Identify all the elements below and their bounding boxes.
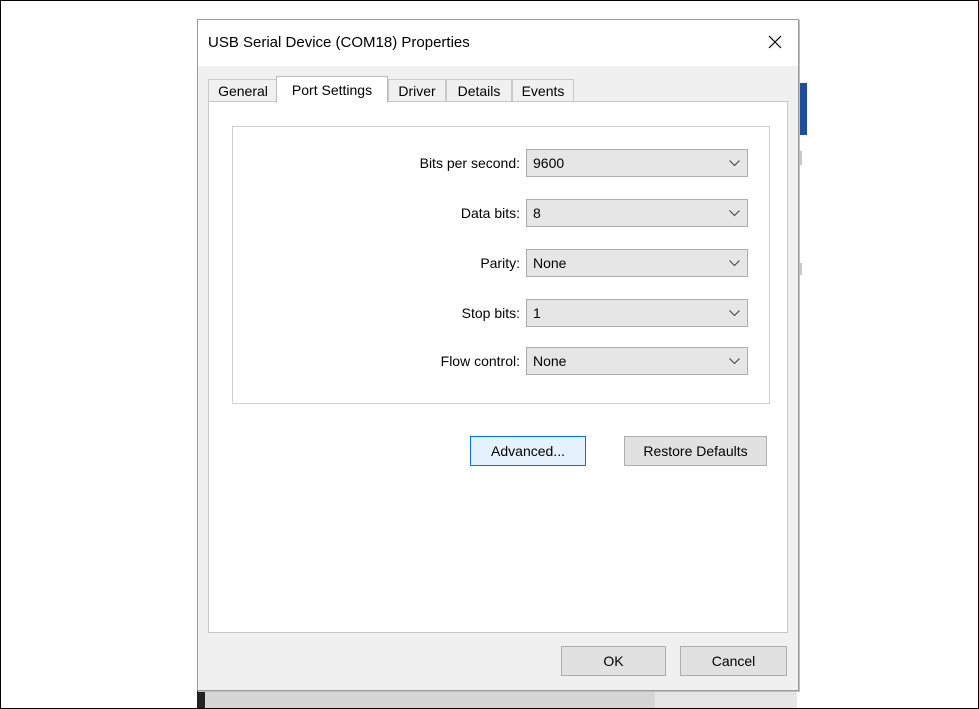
bits-per-second-label: Bits per second: bbox=[419, 155, 520, 171]
chevron-down-icon bbox=[721, 150, 747, 176]
data-bits-value: 8 bbox=[533, 205, 541, 221]
chevron-down-icon bbox=[721, 200, 747, 226]
parity-value: None bbox=[533, 255, 567, 271]
background-window-edge bbox=[205, 690, 655, 708]
flow-control-value: None bbox=[533, 353, 567, 369]
title-bar[interactable]: USB Serial Device (COM18) Properties bbox=[198, 20, 798, 66]
stop-bits-value: 1 bbox=[533, 305, 541, 321]
dialog-title: USB Serial Device (COM18) Properties bbox=[208, 34, 470, 51]
bits-per-second-select[interactable]: 9600 bbox=[526, 149, 748, 177]
data-bits-label: Data bits: bbox=[460, 205, 520, 221]
tab-port-settings[interactable]: Port Settings bbox=[276, 76, 388, 103]
cancel-button[interactable]: Cancel bbox=[680, 646, 787, 676]
screenshot-frame: USB Serial Device (COM18) Properties Gen… bbox=[0, 0, 979, 709]
background-window-edge bbox=[655, 690, 797, 708]
close-icon bbox=[768, 35, 782, 49]
close-button[interactable] bbox=[752, 20, 798, 64]
bits-per-second-value: 9600 bbox=[533, 155, 565, 171]
restore-defaults-button[interactable]: Restore Defaults bbox=[624, 436, 767, 466]
properties-dialog: USB Serial Device (COM18) Properties Gen… bbox=[197, 19, 799, 691]
tab-general[interactable]: General bbox=[208, 79, 278, 101]
flow-control-select[interactable]: None bbox=[526, 347, 748, 375]
tab-driver[interactable]: Driver bbox=[388, 79, 446, 101]
stop-bits-select[interactable]: 1 bbox=[526, 299, 748, 327]
flow-control-label: Flow control: bbox=[440, 353, 520, 369]
port-settings-panel: Bits per second: 9600 Data bits: 8 Parit… bbox=[208, 101, 788, 633]
background-window-edge bbox=[798, 83, 807, 135]
parity-label: Parity: bbox=[480, 255, 520, 271]
parity-select[interactable]: None bbox=[526, 249, 748, 277]
tab-strip: General Port Settings Driver Details Eve… bbox=[208, 76, 788, 103]
data-bits-select[interactable]: 8 bbox=[526, 199, 748, 227]
tab-details[interactable]: Details bbox=[446, 79, 512, 101]
chevron-down-icon bbox=[721, 348, 747, 374]
advanced-button[interactable]: Advanced... bbox=[470, 436, 586, 466]
chevron-down-icon bbox=[721, 250, 747, 276]
settings-group: Bits per second: 9600 Data bits: 8 Parit… bbox=[232, 126, 770, 404]
ok-button[interactable]: OK bbox=[561, 646, 666, 676]
stop-bits-label: Stop bits: bbox=[461, 305, 520, 321]
tab-events[interactable]: Events bbox=[512, 79, 574, 101]
chevron-down-icon bbox=[721, 300, 747, 326]
